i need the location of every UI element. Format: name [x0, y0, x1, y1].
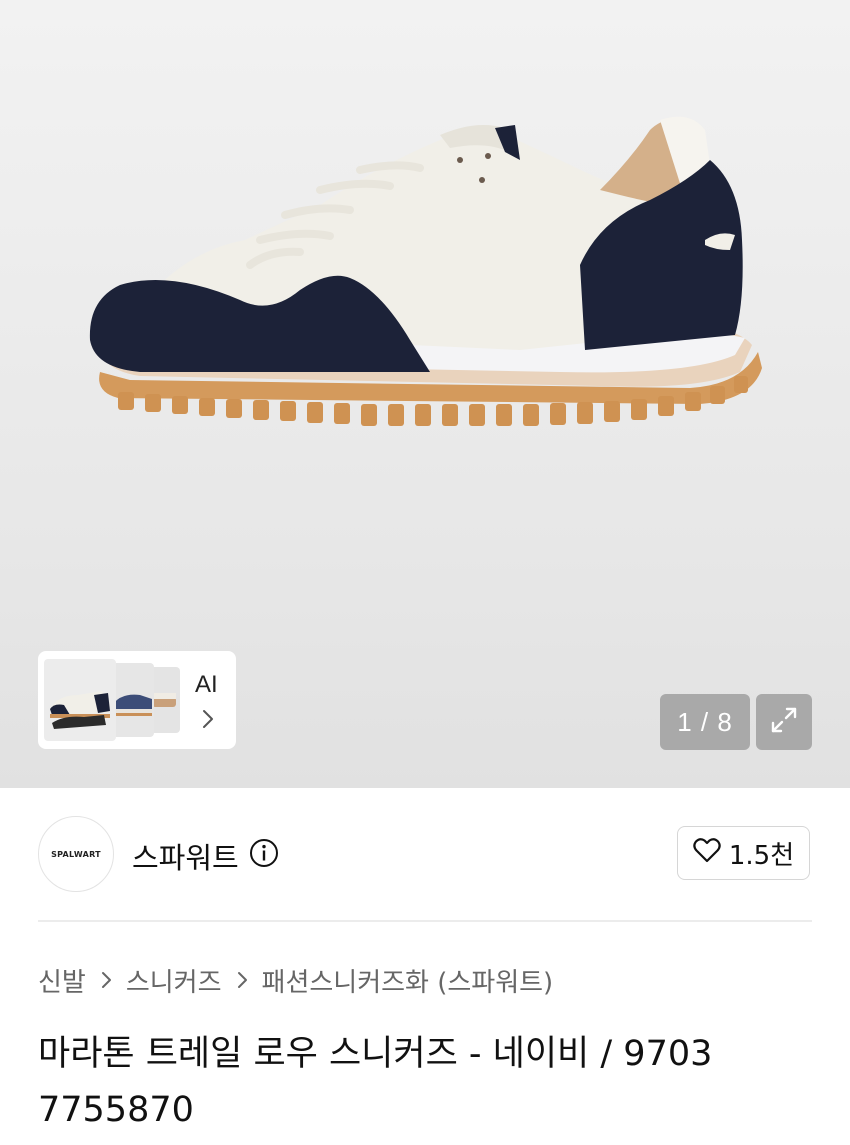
chevron-right-icon: [236, 967, 248, 995]
chevron-right-icon: [100, 967, 112, 995]
brand-logo-text: SPALWART: [51, 849, 101, 859]
product-title: 마라톤 트레일 로우 스니커즈 - 네이비 / 9703 7755870: [38, 1034, 713, 1130]
like-count: 1.5천: [728, 840, 795, 871]
divider: [38, 920, 812, 922]
info-circle-icon[interactable]: [249, 838, 279, 875]
heart-icon: [693, 837, 721, 870]
product-image-gallery[interactable]: AI 1 / 8: [0, 0, 850, 788]
ai-recommendation-card[interactable]: AI: [38, 651, 236, 749]
brand-name-link[interactable]: 스파워트: [132, 835, 279, 877]
image-counter: 1 / 8: [660, 694, 750, 750]
breadcrumb-item-fashion-sneakers[interactable]: 패션스니커즈화 (스파워트): [262, 962, 554, 999]
thumbnail-2: [112, 663, 154, 737]
breadcrumb-item-shoes[interactable]: 신발: [38, 962, 86, 999]
breadcrumb-item-sneakers[interactable]: 스니커즈: [126, 962, 222, 999]
brand-name: 스파워트: [132, 841, 239, 875]
brand-like-button[interactable]: 1.5천: [677, 826, 810, 880]
expand-icon: [767, 703, 801, 741]
ai-badge: AI: [195, 671, 218, 698]
expand-button[interactable]: [756, 694, 812, 750]
thumbnail-1: [44, 659, 116, 741]
breadcrumb: 신발 스니커즈 패션스니커즈화 (스파워트): [38, 962, 553, 999]
chevron-right-icon: [201, 709, 215, 733]
brand-logo[interactable]: SPALWART: [38, 816, 114, 892]
